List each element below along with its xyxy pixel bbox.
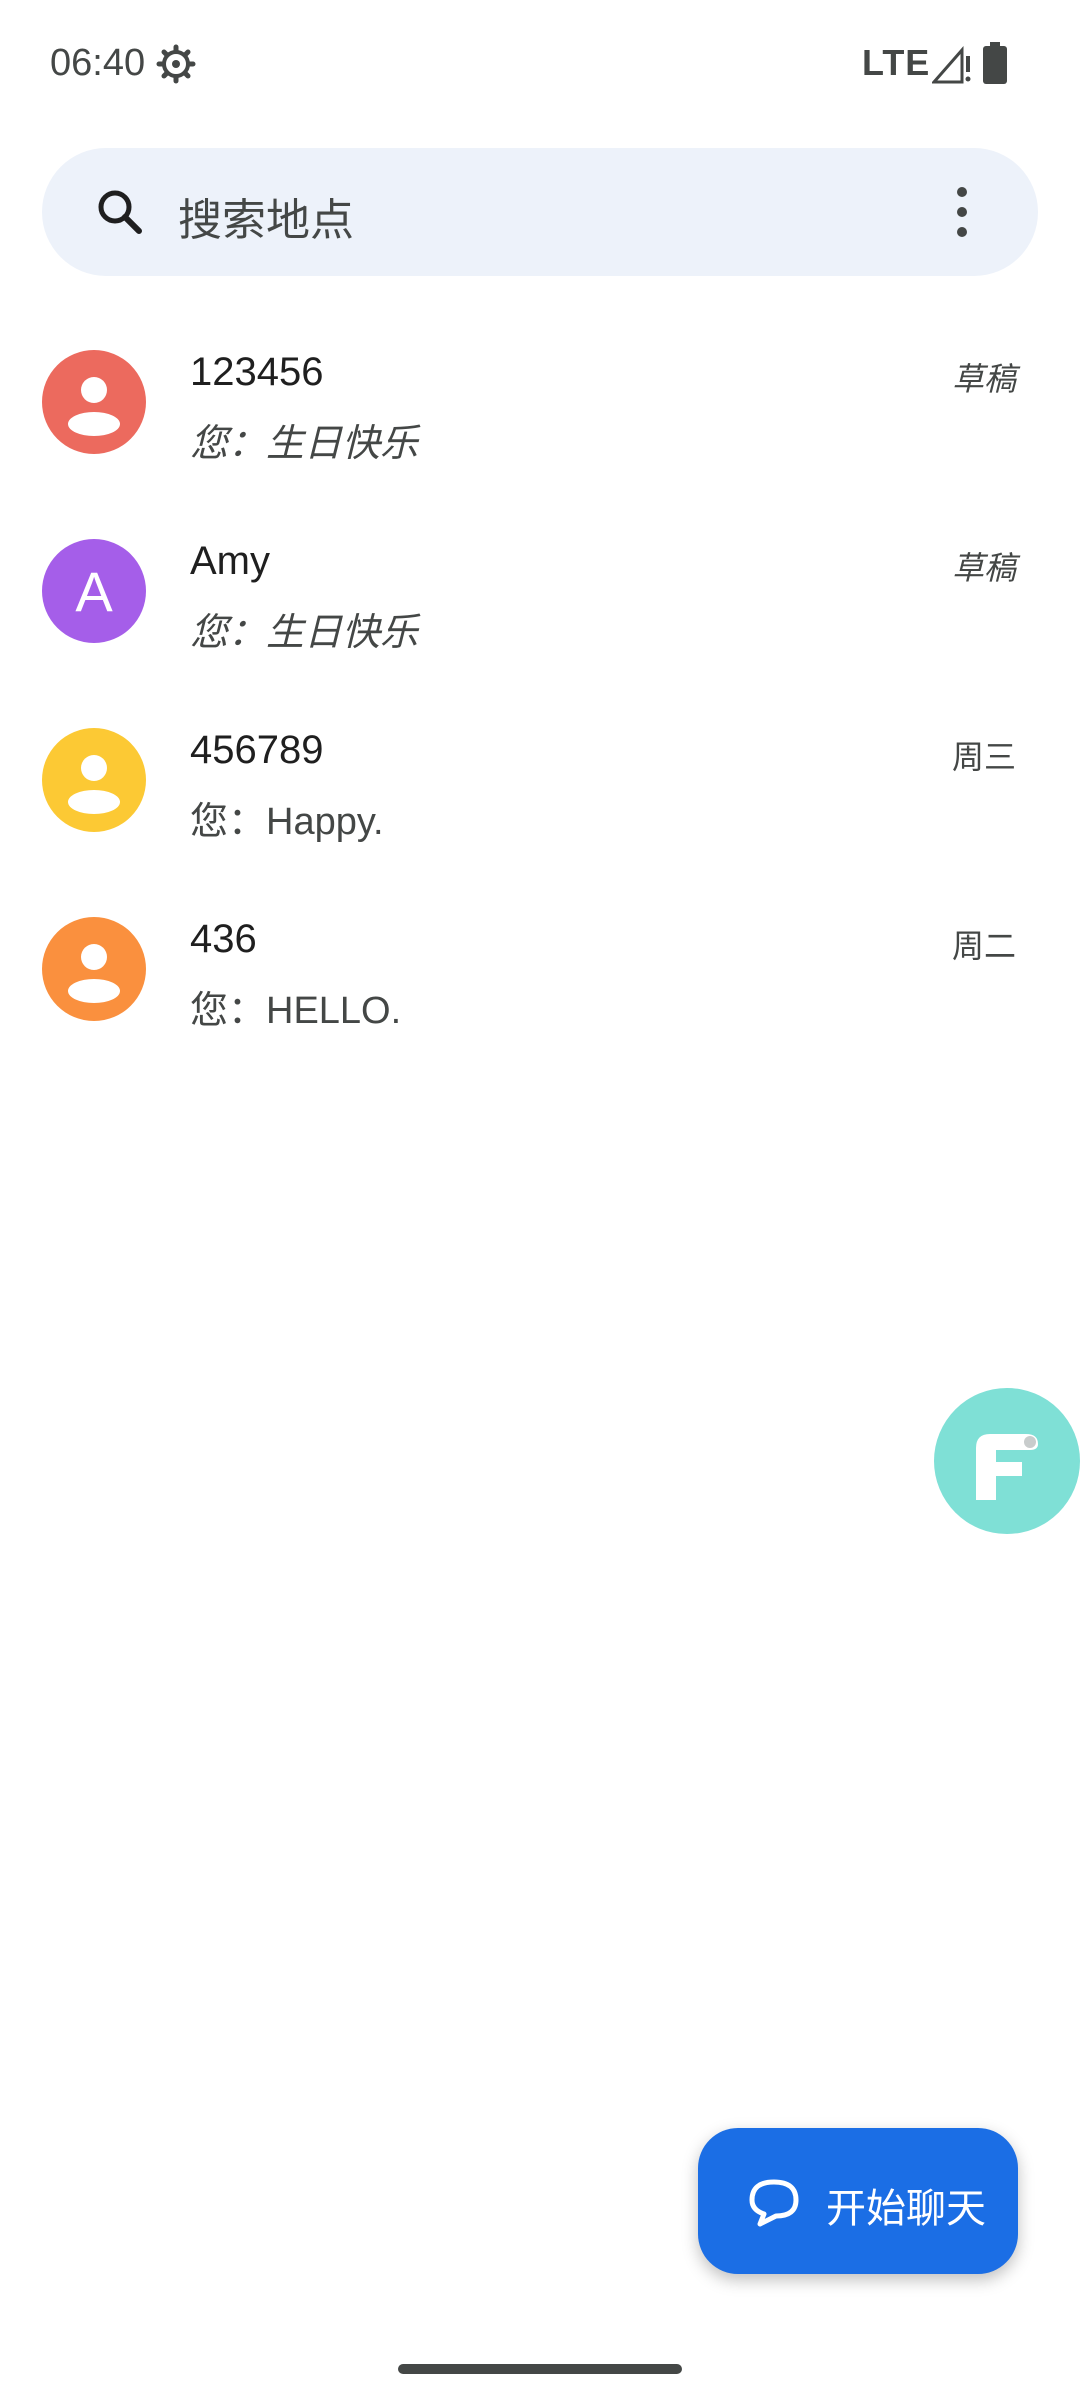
conversation-name: 123456 — [190, 350, 324, 394]
conversation-item[interactable]: 436 您：HELLO. 周二 — [0, 887, 1080, 1076]
floating-assistant-button[interactable] — [934, 1388, 1080, 1534]
conversation-list: 123456 您：生日快乐 草稿 A Amy 您：生日快乐 草稿 456789 … — [0, 320, 1080, 1076]
avatar-letter: A — [75, 559, 113, 623]
conversation-item[interactable]: 123456 您：生日快乐 草稿 — [0, 320, 1080, 509]
conversation-item[interactable]: A Amy 您：生日快乐 草稿 — [0, 509, 1080, 698]
avatar — [42, 350, 146, 454]
home-gesture-bar[interactable] — [398, 2364, 682, 2374]
person-avatar-icon — [42, 917, 146, 1021]
conversation-preview: 您：生日快乐 — [190, 423, 419, 465]
conversation-preview: 您：HELLO. — [190, 990, 402, 1032]
person-avatar-icon — [42, 728, 146, 832]
search-icon[interactable] — [92, 184, 148, 240]
conversation-timestamp: 周二 — [951, 928, 1016, 964]
start-chat-button[interactable]: 开始聊天 — [698, 2128, 1018, 2274]
network-type: LTE — [862, 42, 931, 83]
chat-bubble-icon — [749, 2179, 799, 2227]
conversation-draft-label: 草稿 — [951, 550, 1016, 586]
battery-icon — [983, 42, 1007, 84]
search-input[interactable]: 搜索地点 — [178, 184, 354, 248]
status-time: 06:40 — [50, 42, 146, 84]
conversation-timestamp: 周三 — [951, 739, 1016, 775]
signal-icon — [932, 46, 971, 84]
status-bar: 06:40 LTE — [0, 0, 1080, 130]
avatar — [42, 917, 146, 1021]
person-avatar-icon — [42, 350, 146, 454]
more-vert-icon[interactable] — [950, 180, 974, 244]
conversation-preview: 您：Happy. — [190, 801, 384, 843]
start-chat-label: 开始聊天 — [826, 2187, 986, 2231]
conversation-preview: 您：生日快乐 — [190, 612, 419, 654]
conversation-draft-label: 草稿 — [951, 361, 1016, 397]
conversation-name: 436 — [190, 917, 257, 961]
avatar — [42, 728, 146, 832]
search-bar[interactable]: 搜索地点 — [42, 148, 1038, 276]
conversation-item[interactable]: 456789 您：Happy. 周三 — [0, 698, 1080, 887]
assistant-bubble-icon — [976, 1434, 1038, 1500]
settings-gear-icon — [156, 44, 196, 84]
conversation-name: Amy — [190, 539, 270, 583]
avatar: A — [42, 539, 146, 643]
conversation-name: 456789 — [190, 728, 324, 772]
